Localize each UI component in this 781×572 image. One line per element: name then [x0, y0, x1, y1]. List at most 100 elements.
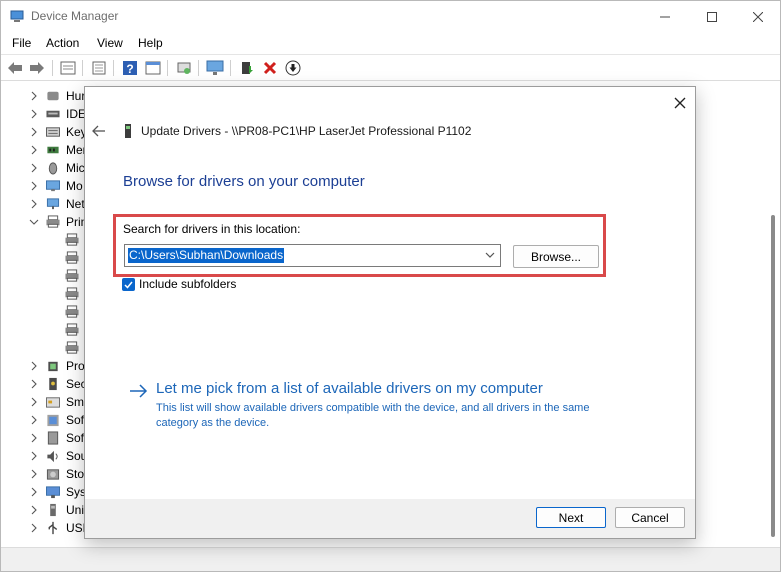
disable-icon [285, 60, 301, 76]
tree-category-label[interactable]: Mo [66, 179, 83, 193]
forward-button[interactable] [28, 59, 46, 77]
tree-category-label[interactable]: Pro [66, 359, 85, 373]
cancel-button[interactable]: Cancel [615, 507, 685, 528]
processor-icon [48, 361, 58, 372]
software-icon [47, 414, 59, 427]
status-bar [1, 547, 780, 571]
hid-icon [47, 91, 59, 101]
maximize-button[interactable] [689, 1, 735, 32]
chevron-right-icon[interactable] [29, 396, 39, 408]
tree-category-label[interactable]: Net [66, 197, 85, 211]
help-icon: ? [123, 61, 137, 76]
properties-icon [60, 61, 76, 75]
usb-connector-icon [48, 521, 58, 535]
menu-action[interactable]: Action [46, 36, 79, 50]
close-button[interactable] [735, 1, 781, 32]
driver-path-value[interactable]: C:\Users\Subhan\Downloads [128, 248, 285, 263]
tree-category-label[interactable]: Mic [66, 161, 85, 175]
update-driver-icon [242, 62, 253, 74]
menu-view[interactable]: View [97, 36, 123, 50]
title-bar: Device Manager [1, 1, 780, 32]
software-device-icon [47, 431, 59, 445]
chevron-right-icon[interactable] [29, 198, 39, 210]
printer-icon [46, 215, 60, 228]
menu-file[interactable]: File [12, 36, 31, 50]
arrow-right-icon[interactable] [129, 383, 149, 399]
next-button[interactable]: Next [536, 507, 606, 528]
chevron-down-icon[interactable] [29, 216, 39, 228]
memory-icon [47, 146, 59, 154]
scan-hardware-icon [177, 62, 191, 74]
chevron-right-icon[interactable] [29, 522, 39, 534]
chevron-right-icon[interactable] [29, 486, 39, 498]
monitor-button[interactable] [206, 59, 224, 77]
chevron-right-icon[interactable] [29, 450, 39, 462]
svg-text:?: ? [126, 62, 133, 76]
pick-driver-description: This list will show available drivers co… [156, 402, 590, 429]
chevron-right-icon[interactable] [29, 180, 39, 192]
printer-icon [65, 251, 79, 264]
chevron-right-icon[interactable] [29, 360, 39, 372]
console-tree-button[interactable] [144, 59, 162, 77]
dialog-footer: Next Cancel [85, 499, 695, 538]
browse-button[interactable]: Browse... [513, 245, 599, 268]
close-icon [674, 97, 686, 109]
window-title: Device Manager [31, 9, 119, 23]
keyboard-icon [46, 127, 60, 137]
uninstall-icon [263, 61, 277, 75]
uninstall-button[interactable] [261, 59, 279, 77]
minimize-button[interactable] [642, 1, 688, 32]
chevron-right-icon[interactable] [29, 90, 39, 102]
pick-driver-link-text[interactable]: Let me pick from a list of available dri… [156, 380, 543, 397]
properties-button[interactable] [59, 59, 77, 77]
scrollbar-thumb[interactable] [771, 215, 775, 537]
chevron-right-icon[interactable] [29, 468, 39, 480]
close-icon [753, 11, 763, 22]
back-button[interactable] [6, 59, 24, 77]
chevron-down-icon[interactable] [484, 249, 496, 261]
vertical-scrollbar[interactable] [767, 82, 780, 547]
maximize-icon [707, 11, 717, 22]
chevron-right-icon[interactable] [29, 144, 39, 156]
mouse-icon [48, 162, 58, 175]
storage-icon [46, 469, 60, 480]
back-arrow-icon[interactable] [91, 123, 107, 139]
menu-help[interactable]: Help [138, 36, 163, 50]
include-subfolders-label[interactable]: Include subfolders [139, 277, 236, 291]
toolbar: ? [1, 54, 780, 81]
usb-icon [50, 503, 56, 517]
system-icon [46, 486, 60, 499]
checkbox[interactable] [122, 278, 135, 291]
chevron-right-icon[interactable] [29, 126, 39, 138]
driver-path-combobox[interactable]: C:\Users\Subhan\Downloads [124, 244, 501, 267]
chevron-right-icon[interactable] [29, 432, 39, 444]
ide-icon [46, 110, 60, 118]
help-button[interactable]: ? [121, 59, 139, 77]
checkmark-icon [124, 281, 133, 289]
chevron-right-icon[interactable] [29, 414, 39, 426]
sound-icon [47, 450, 58, 463]
console-tree-icon [145, 61, 161, 75]
tree-category-label[interactable]: Uni [66, 503, 84, 517]
monitor-icon [206, 60, 224, 75]
back-icon [8, 62, 22, 74]
dialog-title: Update Drivers - \\PR08-PC1\HP LaserJet … [141, 124, 472, 138]
tree-category-label[interactable]: Hur [66, 89, 85, 103]
minimize-icon [660, 16, 670, 17]
show-hidden-icon [92, 61, 106, 75]
chevron-right-icon[interactable] [29, 162, 39, 174]
chevron-right-icon[interactable] [29, 504, 39, 516]
disable-button[interactable] [284, 59, 302, 77]
chevron-right-icon[interactable] [29, 378, 39, 390]
printer-icon [65, 305, 79, 318]
monitor-icon [46, 180, 60, 192]
chevron-right-icon[interactable] [29, 108, 39, 120]
printer-icon [65, 233, 79, 246]
tree-category-label[interactable]: IDE [66, 107, 86, 121]
dialog-close-button[interactable] [669, 92, 691, 114]
search-location-label: Search for drivers in this location: [123, 222, 301, 236]
scan-hardware-button[interactable] [175, 59, 193, 77]
update-driver-button[interactable] [238, 59, 256, 77]
show-hidden-button[interactable] [90, 59, 108, 77]
forward-icon [30, 62, 44, 74]
